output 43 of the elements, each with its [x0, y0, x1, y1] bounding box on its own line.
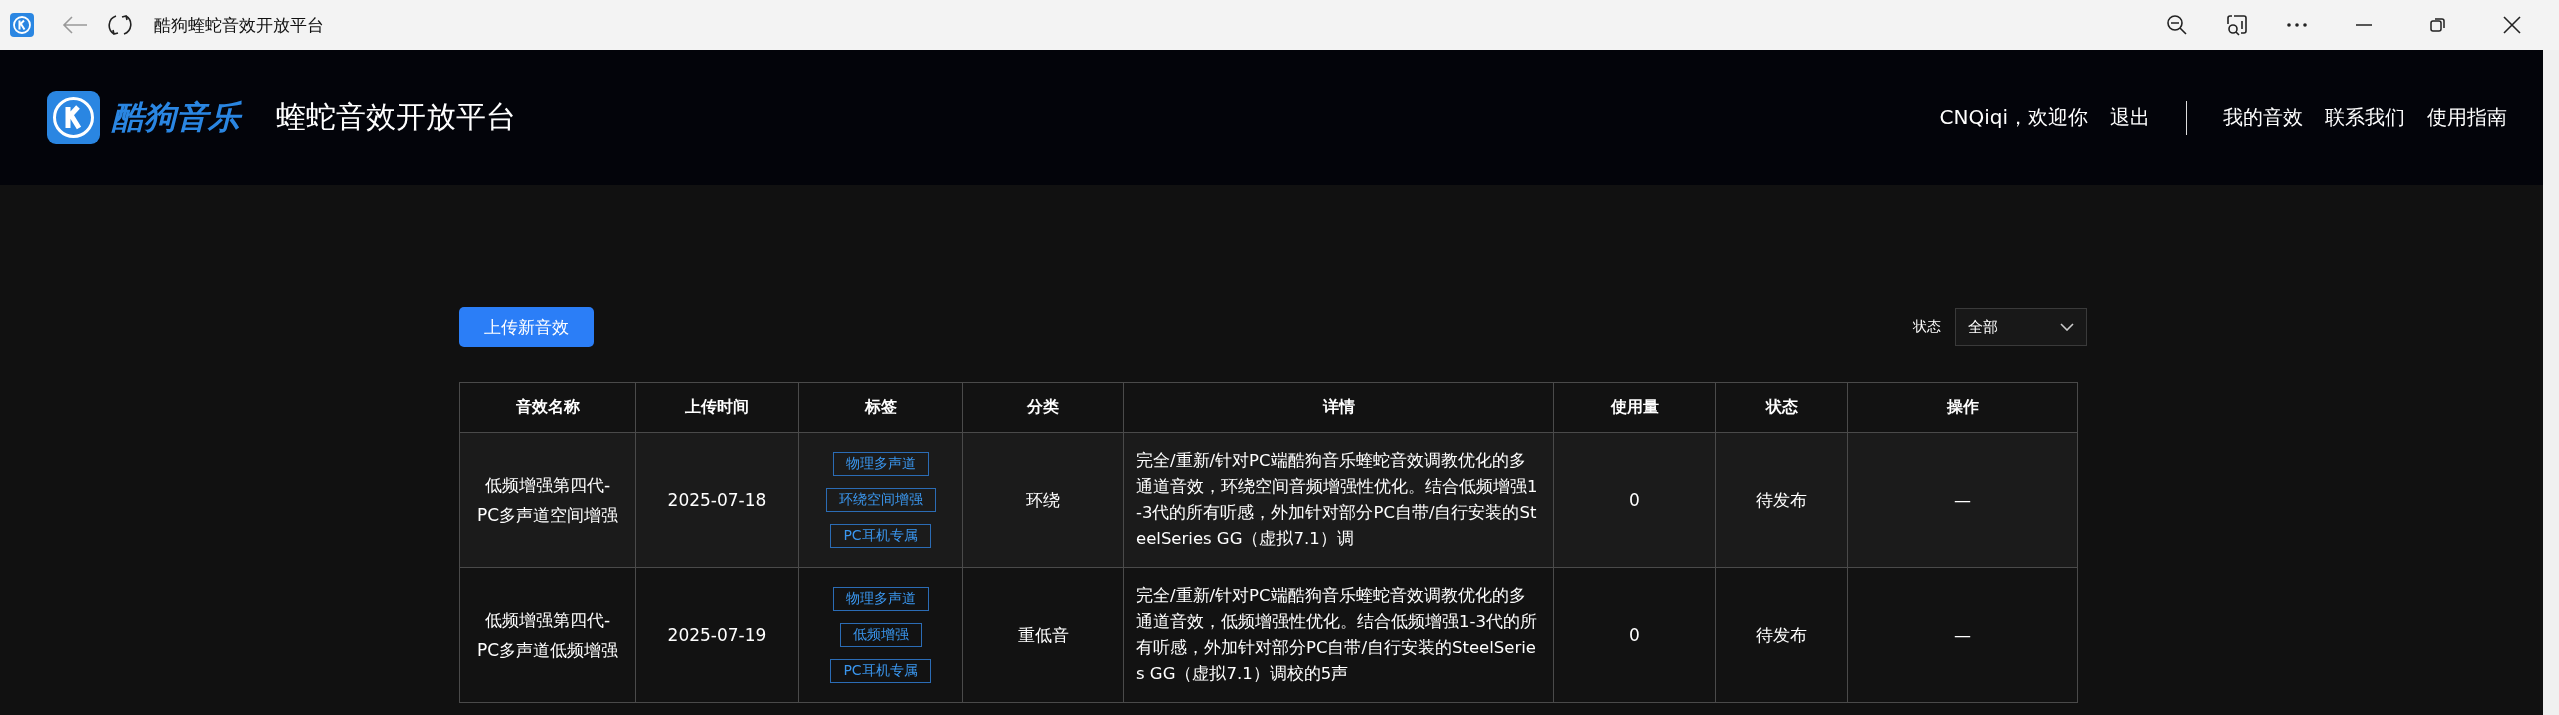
- welcome-text: CNQiqi，欢迎你: [1939, 104, 2088, 131]
- column-header: 使用量: [1553, 382, 1716, 433]
- category-cell: 环绕: [962, 432, 1124, 568]
- nav-link[interactable]: 我的音效: [2223, 104, 2303, 131]
- status-select[interactable]: 全部: [1955, 308, 2087, 346]
- action-cell: —: [1847, 432, 2078, 568]
- detail-cell: 完全/重新/针对PC端酷狗音乐蝰蛇音效调教优化的多通道音效，低频增强性优化。结合低频增强1-3代的所有听感，外加针对部分PC自带/自行安装的SteelSeries GG（虚拟7.1）调校的5声: [1123, 567, 1554, 703]
- date-cell: 2025-07-18: [635, 432, 799, 568]
- logo-icon[interactable]: [47, 91, 100, 144]
- column-header: 分类: [962, 382, 1124, 433]
- scrollbar[interactable]: [2543, 50, 2559, 715]
- nav-link[interactable]: 联系我们: [2325, 104, 2405, 131]
- tag: 物理多声道: [832, 452, 929, 476]
- detail-cell: 完全/重新/针对PC端酷狗音乐蝰蛇音效调教优化的多通道音效，环绕空间音频增强性优化。结合低频增强1-3代的所有听感，外加针对部分PC自带/自行安装的SteelSeries GG（虚拟7.1）调: [1123, 432, 1554, 568]
- usage-cell: 0: [1553, 432, 1716, 568]
- tag: PC耳机专属: [830, 659, 931, 683]
- status-cell: 待发布: [1715, 432, 1848, 568]
- tag: 低频增强: [839, 623, 922, 647]
- column-header: 上传时间: [635, 382, 799, 433]
- filter-label: 状态: [1913, 318, 1941, 336]
- page-title: 酷狗蝰蛇音效开放平台: [154, 13, 324, 37]
- column-header: 详情: [1123, 382, 1554, 433]
- column-header: 状态: [1715, 382, 1848, 433]
- logout-link[interactable]: 退出: [2110, 104, 2150, 131]
- tag: 环绕空间增强: [825, 488, 936, 512]
- usage-cell: 0: [1553, 567, 1716, 703]
- column-header: 操作: [1847, 382, 2078, 433]
- name-cell: 低频增强第四代-PC多声道空间增强: [459, 432, 636, 568]
- upload-button[interactable]: 上传新音效: [459, 307, 594, 347]
- date-cell: 2025-07-19: [635, 567, 799, 703]
- tag: 物理多声道: [832, 587, 929, 611]
- app-logo-icon[interactable]: [10, 13, 34, 37]
- chevron-down-icon: [2060, 323, 2074, 331]
- name-cell: 低频增强第四代-PC多声道低频增强: [459, 567, 636, 703]
- nav-link[interactable]: 使用指南: [2427, 104, 2507, 131]
- action-cell: —: [1847, 567, 2078, 703]
- site-title: 蝰蛇音效开放平台: [276, 98, 516, 136]
- back-arrow-icon[interactable]: [62, 15, 88, 35]
- status-cell: 待发布: [1715, 567, 1848, 703]
- category-cell: 重低音: [962, 567, 1124, 703]
- tag: PC耳机专属: [830, 524, 931, 548]
- column-header: 标签: [798, 382, 963, 433]
- column-header: 音效名称: [459, 382, 636, 433]
